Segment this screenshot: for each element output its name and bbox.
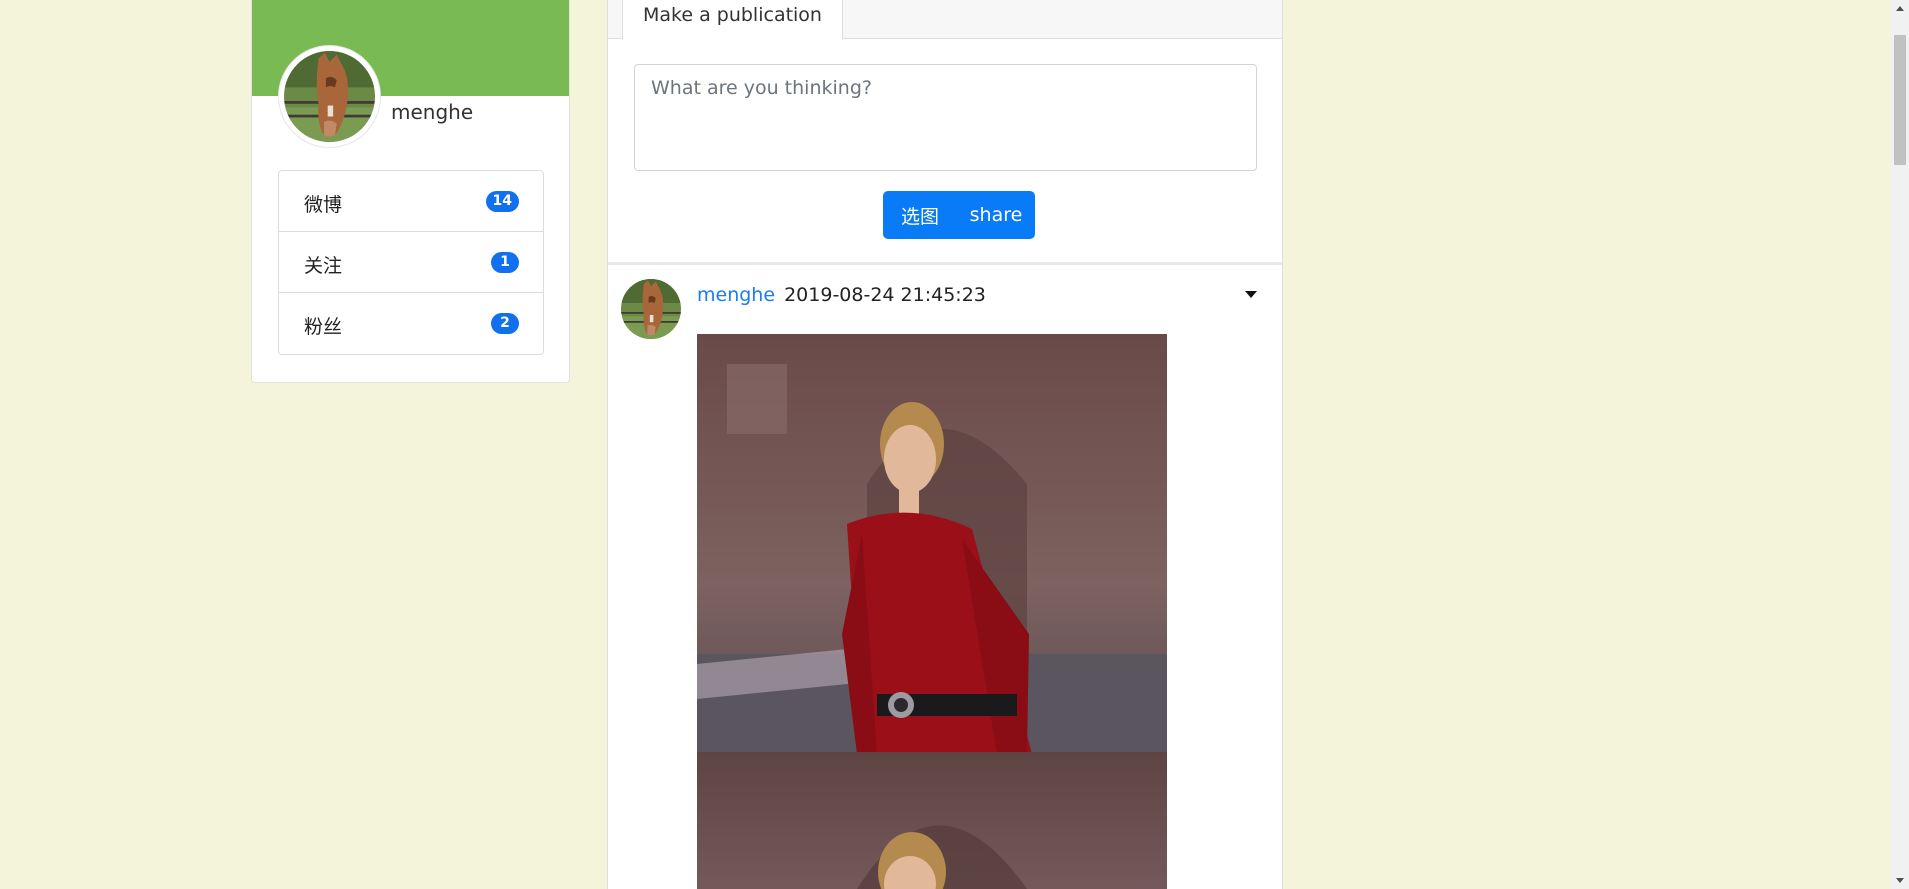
post-timestamp: 2019-08-24 21:45:23 xyxy=(784,284,986,306)
scrollbar-thumb[interactable] xyxy=(1894,35,1906,165)
post-author-link[interactable]: menghe xyxy=(697,284,775,306)
post-header: menghe 2019-08-24 21:45:23 xyxy=(697,284,986,306)
share-button[interactable]: share xyxy=(957,191,1035,239)
main-feed: Make a publication 选图 share xyxy=(607,0,1283,889)
count-badge: 2 xyxy=(491,313,519,334)
page: menghe 微博 14 关注 1 粉丝 2 Make a publicatio… xyxy=(0,0,1909,889)
stat-label: 粉丝 xyxy=(304,316,343,338)
caret-down-icon[interactable] xyxy=(1239,287,1263,303)
stat-item-followers[interactable]: 粉丝 2 xyxy=(279,293,543,354)
stat-item-following[interactable]: 关注 1 xyxy=(279,232,543,293)
post-image[interactable] xyxy=(697,752,1167,889)
publication-input[interactable] xyxy=(634,64,1257,171)
composer-button-group: 选图 share xyxy=(883,191,1035,239)
pick-image-button[interactable]: 选图 xyxy=(883,191,957,239)
horse-avatar-icon xyxy=(284,51,375,142)
page-scrollbar[interactable] xyxy=(1891,0,1909,889)
profile-username: menghe xyxy=(391,100,474,124)
composer-tabs: Make a publication xyxy=(608,0,1282,40)
count-badge: 1 xyxy=(491,252,519,273)
count-badge: 14 xyxy=(485,191,519,212)
tab-make-publication[interactable]: Make a publication xyxy=(622,0,843,40)
feed-post: menghe 2019-08-24 21:45:23 xyxy=(608,265,1282,889)
stat-label: 关注 xyxy=(304,255,343,277)
scroll-up-icon[interactable] xyxy=(1891,0,1909,18)
profile-avatar[interactable] xyxy=(279,46,380,147)
profile-stats-list: 微博 14 关注 1 粉丝 2 xyxy=(278,170,544,355)
post-image[interactable] xyxy=(697,334,1167,752)
stat-item-weibo[interactable]: 微博 14 xyxy=(279,171,543,232)
scroll-down-icon[interactable] xyxy=(1891,871,1909,889)
stat-label: 微博 xyxy=(304,194,343,216)
horse-avatar-icon[interactable] xyxy=(621,279,681,339)
profile-card: menghe 微博 14 关注 1 粉丝 2 xyxy=(251,0,570,383)
